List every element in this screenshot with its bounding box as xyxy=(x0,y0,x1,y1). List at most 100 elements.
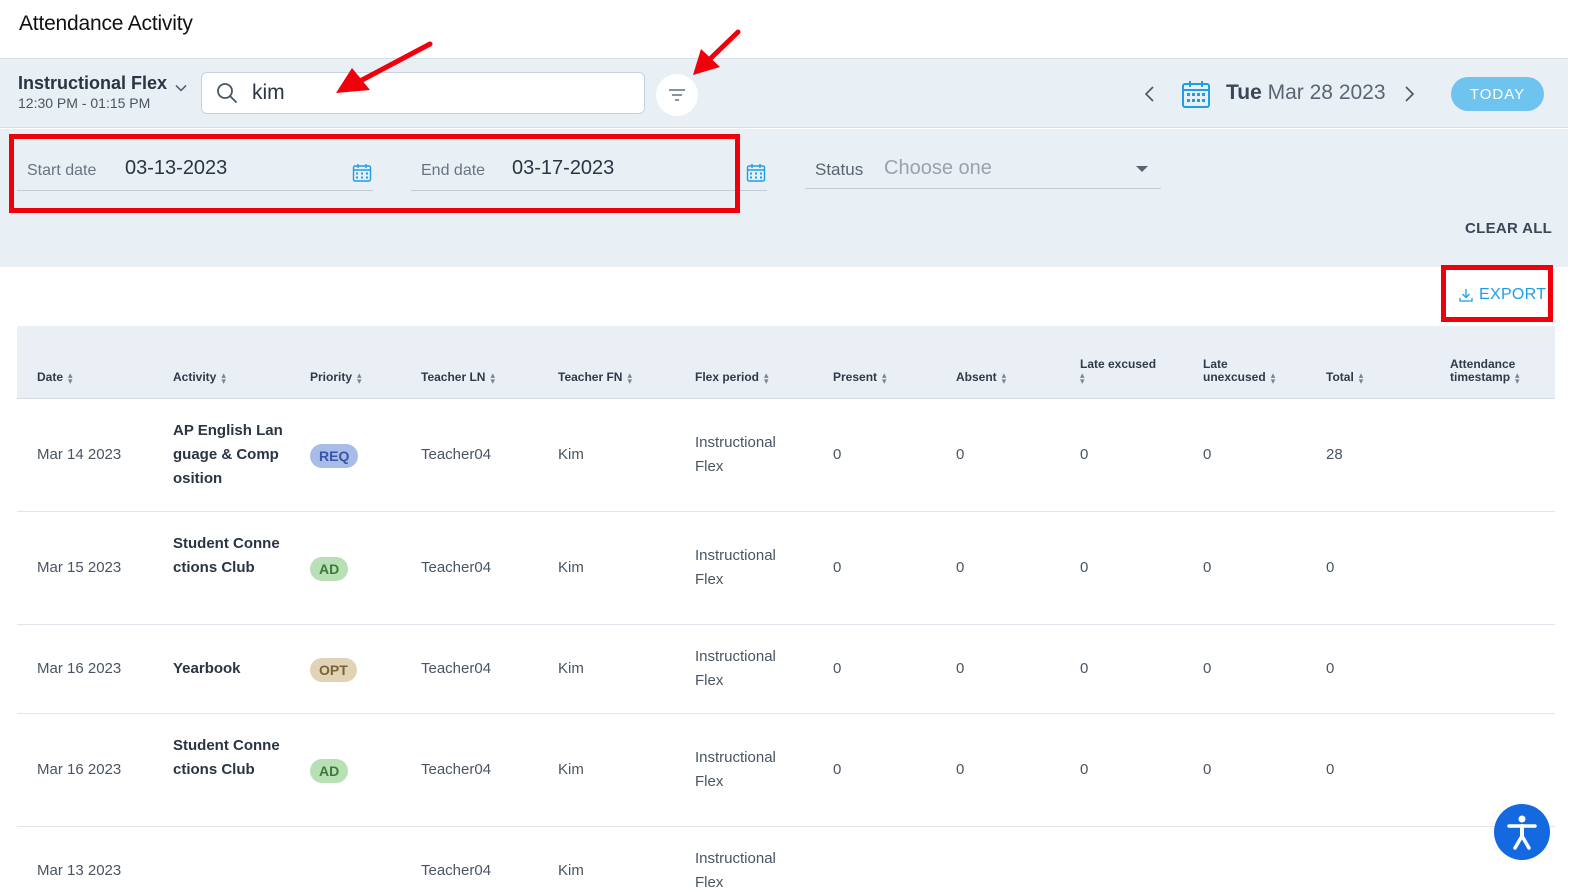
cell-total: 0 xyxy=(1326,660,1335,677)
search-input[interactable] xyxy=(252,79,632,107)
cell-teacher-fn: Kim xyxy=(558,446,584,463)
calendar-icon[interactable] xyxy=(746,163,766,183)
page-title: Attendance Activity xyxy=(19,12,193,35)
column-header-flex-period[interactable]: Flex period ▴ ▾ xyxy=(695,369,769,386)
cell-flex-period: Instructional Flex xyxy=(695,648,776,689)
today-button[interactable]: TODAY xyxy=(1451,77,1544,111)
cell-activity[interactable]: Yearbook xyxy=(173,657,283,681)
sort-icon: ▴ ▾ xyxy=(764,369,769,386)
search-box xyxy=(201,72,645,114)
cell-total: 28 xyxy=(1326,446,1343,463)
table-header: Date ▴ ▾ Activity ▴ ▾ Priority ▴ ▾ Teacher LN ▴… xyxy=(17,326,1555,399)
cell-total: 0 xyxy=(1326,761,1335,778)
cell-flex-period: Instructional Flex xyxy=(695,547,776,588)
cell-teacher-fn: Kim xyxy=(558,660,584,677)
cell-teacher-ln: Teacher04 xyxy=(421,862,492,879)
column-header-late-unexcused[interactable]: Late unexcused ▴ ▾ xyxy=(1203,358,1293,386)
current-date-day: Tue xyxy=(1226,81,1262,104)
search-icon xyxy=(217,83,238,104)
cell-absent: 0 xyxy=(956,559,965,576)
status-select[interactable]: Status Choose one xyxy=(805,147,1161,189)
sort-icon: ▴ ▾ xyxy=(1515,369,1520,386)
cell-present: 0 xyxy=(833,660,842,677)
column-header-present[interactable]: Present ▴ ▾ xyxy=(833,370,887,385)
cell-teacher-ln: Teacher04 xyxy=(421,559,492,576)
current-date: Tue Mar 28 2023 xyxy=(1226,81,1386,105)
column-header-absent[interactable]: Absent ▴ ▾ xyxy=(956,369,1007,386)
chevron-right-icon[interactable] xyxy=(1402,83,1416,105)
cell-flex-period: Instructional Flex xyxy=(695,850,776,891)
priority-badge: REQ xyxy=(310,444,359,468)
export-button[interactable]: EXPORT xyxy=(1459,286,1546,304)
download-icon xyxy=(1459,289,1473,302)
cell-activity[interactable]: AP English Language & Composition xyxy=(173,419,283,491)
cell-absent: 0 xyxy=(956,761,965,778)
priority-badge: OPT xyxy=(310,658,357,682)
column-header-teacher-ln[interactable]: Teacher LN ▴ ▾ xyxy=(421,370,495,385)
attendance-table: Date ▴ ▾ Activity ▴ ▾ Priority ▴ ▾ Teacher LN ▴… xyxy=(17,326,1555,894)
cell-late-unexcused: 0 xyxy=(1203,761,1212,778)
table-row[interactable]: Mar 13 2023 Teacher04 Kim Instructional … xyxy=(17,827,1555,894)
cell-late-unexcused: 0 xyxy=(1203,660,1212,677)
column-header-total[interactable]: Total ▴ ▾ xyxy=(1326,369,1364,386)
cell-date: Mar 16 2023 xyxy=(37,660,122,677)
cell-present: 0 xyxy=(833,446,842,463)
sort-icon: ▴ ▾ xyxy=(1270,369,1276,386)
cell-late-unexcused: 0 xyxy=(1203,446,1212,463)
chevron-left-icon[interactable] xyxy=(1143,83,1157,105)
cell-teacher-fn: Kim xyxy=(558,761,584,778)
table-row[interactable]: Mar 16 2023 Yearbook OPT Teacher04 Kim I… xyxy=(17,625,1555,714)
sort-icon: ▴ ▾ xyxy=(627,369,632,386)
cell-activity[interactable]: Student Connections Club xyxy=(173,734,283,782)
cell-present: 0 xyxy=(833,559,842,576)
period-time: 12:30 PM - 01:15 PM xyxy=(18,95,151,111)
toolbar: Instructional Flex 12:30 PM - 01:15 PM T… xyxy=(0,58,1568,128)
cell-teacher-ln: Teacher04 xyxy=(421,660,492,677)
cell-total: 0 xyxy=(1326,559,1335,576)
column-header-teacher-fn[interactable]: Teacher FN ▴ ▾ xyxy=(558,369,632,386)
cell-date: Mar 14 2023 xyxy=(37,446,122,463)
clear-all-button[interactable]: CLEAR ALL xyxy=(1465,220,1552,237)
sort-icon: ▴ ▾ xyxy=(221,369,226,386)
cell-date: Mar 15 2023 xyxy=(37,559,122,576)
cell-late-excused: 0 xyxy=(1080,559,1089,576)
cell-absent: 0 xyxy=(956,446,965,463)
filter-button[interactable] xyxy=(656,74,698,116)
sort-icon: ▴ ▾ xyxy=(1358,369,1364,386)
sort-icon: ▴ ▾ xyxy=(1001,369,1007,386)
table-row[interactable]: Mar 15 2023 Student Connections Club AD … xyxy=(17,512,1555,625)
status-label: Status xyxy=(815,160,864,179)
sort-icon: ▴ ▾ xyxy=(68,369,73,386)
sort-icon: ▴ ▾ xyxy=(357,369,362,386)
accessibility-icon xyxy=(1507,815,1537,850)
cell-teacher-ln: Teacher04 xyxy=(421,761,492,778)
column-header-priority[interactable]: Priority ▴ ▾ xyxy=(310,369,362,386)
calendar-icon[interactable] xyxy=(1181,79,1211,109)
cell-flex-period: Instructional Flex xyxy=(695,434,776,475)
filter-icon xyxy=(669,89,685,101)
chevron-down-icon[interactable] xyxy=(174,81,188,95)
column-header-activity[interactable]: Activity ▴ ▾ xyxy=(173,369,226,386)
column-header-date[interactable]: Date ▴ ▾ xyxy=(37,369,73,386)
status-placeholder: Choose one xyxy=(884,157,992,179)
column-header-attendance-timestamp[interactable]: Attendance timestamp ▴ ▾ xyxy=(1450,358,1540,386)
current-date-rest: Mar 28 2023 xyxy=(1267,81,1386,104)
sort-icon: ▴ ▾ xyxy=(1080,369,1085,386)
cell-date: Mar 13 2023 xyxy=(37,862,122,879)
cell-late-excused: 0 xyxy=(1080,761,1089,778)
cell-late-excused: 0 xyxy=(1080,446,1089,463)
cell-teacher-fn: Kim xyxy=(558,862,584,879)
cell-date: Mar 16 2023 xyxy=(37,761,122,778)
cell-absent: 0 xyxy=(956,660,965,677)
table-row[interactable]: Mar 16 2023 Student Connections Club AD … xyxy=(17,714,1555,827)
table-row[interactable]: Mar 14 2023 AP English Language & Compos… xyxy=(17,399,1555,512)
priority-badge: AD xyxy=(310,759,349,783)
column-header-late-excused[interactable]: Late excused ▴ ▾ xyxy=(1080,358,1170,386)
period-selector[interactable]: Instructional Flex 12:30 PM - 01:15 PM xyxy=(18,73,167,111)
export-label: EXPORT xyxy=(1479,286,1547,303)
annotation-highlight-date-range xyxy=(9,134,740,213)
cell-activity[interactable]: Student Connections Club xyxy=(173,532,283,580)
accessibility-button[interactable] xyxy=(1494,804,1550,860)
priority-badge: AD xyxy=(310,557,349,581)
cell-late-excused: 0 xyxy=(1080,660,1089,677)
